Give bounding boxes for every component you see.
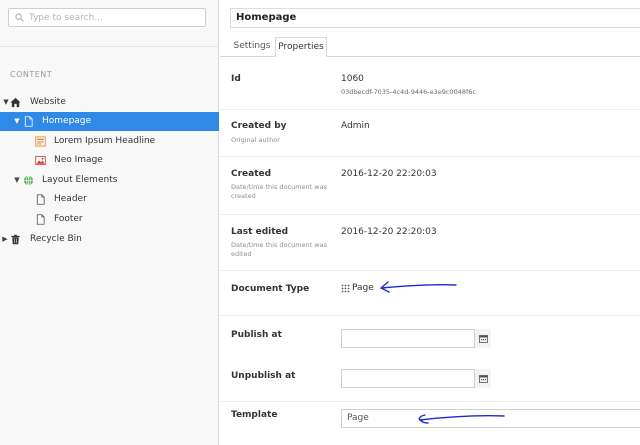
- property-row-id: Id 1060 03dbecdf-7035-4c4d-9446-e3e9c004…: [220, 58, 640, 108]
- name-bar: Homepage: [220, 0, 640, 36]
- property-description: Date/time this document was edited: [231, 241, 327, 258]
- divider: [220, 270, 640, 271]
- search-icon: [15, 13, 24, 22]
- document-icon: [36, 214, 45, 225]
- tree-node-header[interactable]: Header: [0, 190, 219, 209]
- property-row-unpublish-at: Unpublish at: [220, 359, 640, 401]
- content-tree-panel: Type to search... CONTENT ▼ Website ▼ Ho…: [0, 0, 219, 445]
- calendar-icon: [479, 335, 488, 343]
- tree-node-label: Header: [54, 194, 87, 204]
- caret-down-icon[interactable]: ▼: [13, 171, 21, 190]
- id-value: 1060: [341, 74, 364, 84]
- last-edited-value: 2016-12-20 22:20:03: [341, 227, 437, 237]
- unpublish-at-datepicker-button[interactable]: [474, 369, 491, 388]
- divider: [220, 315, 640, 316]
- tree-node-lorem-ipsum-headline[interactable]: Lorem Ipsum Headline: [0, 132, 219, 151]
- headline-icon: [35, 136, 46, 147]
- caret-down-icon[interactable]: ▼: [13, 112, 21, 131]
- tab-settings[interactable]: Settings: [230, 37, 274, 57]
- divider: [220, 156, 640, 157]
- property-row-last-edited: Last edited Date/time this document was …: [220, 214, 640, 270]
- tree-node-recycle-bin[interactable]: ▶ Recycle Bin: [0, 230, 219, 249]
- search-input[interactable]: Type to search...: [29, 13, 103, 23]
- property-label: Publish at: [231, 330, 282, 340]
- caret-down-icon[interactable]: ▼: [2, 93, 10, 112]
- property-description: Original author: [231, 136, 280, 144]
- property-row-document-type: Document Type Page: [220, 270, 640, 315]
- tree-node-label: Lorem Ipsum Headline: [54, 136, 156, 146]
- caret-right-icon[interactable]: ▶: [1, 230, 9, 249]
- document-type-link[interactable]: Page: [352, 283, 374, 293]
- property-label: Created by: [231, 121, 287, 131]
- section-title: CONTENT: [10, 70, 53, 79]
- property-label: Created: [231, 169, 272, 179]
- divider: [220, 109, 640, 110]
- tree-node-label: Footer: [54, 214, 83, 224]
- tree-node-label: Website: [30, 97, 66, 107]
- properties-panel: Id 1060 03dbecdf-7035-4c4d-9446-e3e9c004…: [220, 58, 640, 445]
- tree-node-label: Homepage: [42, 116, 92, 126]
- property-label: Id: [231, 74, 241, 84]
- tree-node-label: Layout Elements: [42, 175, 118, 185]
- publish-at-datepicker-button[interactable]: [474, 329, 491, 348]
- document-name-input[interactable]: Homepage: [230, 8, 640, 28]
- divider: [220, 214, 640, 215]
- unpublish-at-input[interactable]: [341, 369, 491, 388]
- property-row-created-by: Created by Original author Admin: [220, 109, 640, 156]
- tree-node-layout-elements[interactable]: ▼ Layout Elements: [0, 171, 219, 190]
- document-icon: [36, 194, 45, 205]
- publish-at-input[interactable]: [341, 329, 491, 348]
- grid-dots-icon: [341, 283, 350, 293]
- created-value: 2016-12-20 22:20:03: [341, 169, 437, 179]
- property-row-publish-at: Publish at: [220, 315, 640, 359]
- tree-node-label: Neo Image: [54, 155, 103, 165]
- editor-tabs: Settings Properties: [220, 36, 640, 57]
- tab-properties[interactable]: Properties: [275, 37, 327, 57]
- guid-value: 03dbecdf-7035-4c4d-9446-e3e9c0048f6c: [341, 88, 476, 96]
- content-editor: Homepage Settings Properties Id 1060 03d…: [220, 0, 640, 445]
- document-icon: [24, 116, 33, 127]
- calendar-icon: [479, 375, 488, 383]
- divider: [0, 46, 219, 47]
- search-box[interactable]: Type to search...: [8, 8, 206, 27]
- tree-node-homepage[interactable]: ▼ Homepage: [0, 112, 219, 131]
- tree-node-neo-image[interactable]: Neo Image: [0, 151, 219, 170]
- image-icon: [35, 155, 46, 166]
- property-description: Date/time this document was created: [231, 183, 327, 200]
- annotation-arrow: [380, 281, 457, 293]
- created-by-value: Admin: [341, 121, 370, 131]
- property-row-created: Created Date/time this document was crea…: [220, 156, 640, 214]
- property-row-template: Template Page: [220, 401, 640, 445]
- tree-node-label: Recycle Bin: [30, 234, 82, 244]
- globe-icon: [23, 175, 34, 186]
- trash-icon: [11, 234, 20, 245]
- property-label: Template: [231, 410, 278, 420]
- home-icon: [10, 97, 21, 108]
- annotation-arrow: [418, 414, 505, 424]
- property-label: Last edited: [231, 227, 289, 237]
- tree-node-footer[interactable]: Footer: [0, 210, 219, 229]
- divider: [220, 401, 640, 402]
- property-label: Unpublish at: [231, 371, 296, 381]
- property-label: Document Type: [231, 284, 310, 294]
- tree-node-website[interactable]: ▼ Website: [0, 93, 219, 112]
